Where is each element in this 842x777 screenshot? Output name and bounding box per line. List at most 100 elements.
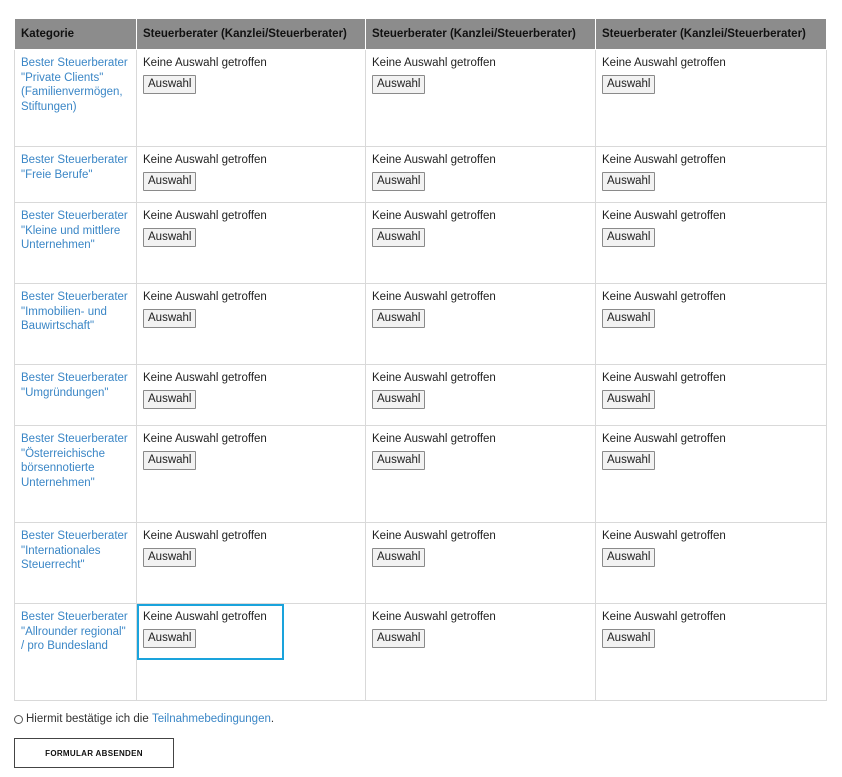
table-header-row: Kategorie Steuerberater (Kanzlei/Steuerb… [14, 18, 827, 50]
auswahl-button[interactable]: Auswahl [143, 547, 197, 567]
terms-link[interactable]: Teilnahmebedingungen [152, 713, 271, 725]
selection-status: Keine Auswahl getroffen [143, 210, 267, 222]
table-row: Bester Steuerberater "Kleine und mittler… [14, 202, 827, 284]
selection-status: Keine Auswahl getroffen [143, 611, 267, 623]
auswahl-button[interactable]: Auswahl [372, 171, 426, 191]
selection-status: Keine Auswahl getroffen [602, 57, 726, 69]
category-cell: Bester Steuerberater "Allrounder regiona… [14, 603, 137, 701]
selection-cell: Keine Auswahl getroffen Auswahl [136, 425, 366, 523]
terms-confirmation: Hiermit bestätige ich die Teilnahmebedin… [14, 713, 274, 725]
selection-cell: Keine Auswahl getroffen Auswahl [365, 522, 596, 604]
selection-status: Keine Auswahl getroffen [602, 372, 726, 384]
selection-status: Keine Auswahl getroffen [143, 154, 267, 166]
selection-cell: Keine Auswahl getroffen Auswahl [595, 364, 827, 426]
auswahl-button[interactable]: Auswahl [143, 74, 197, 94]
auswahl-button[interactable]: Auswahl [602, 547, 656, 567]
auswahl-button[interactable]: Auswahl [143, 171, 197, 191]
terms-checkbox[interactable] [14, 714, 23, 724]
selection-cell: Keine Auswahl getroffen Auswahl [136, 522, 366, 604]
selection-cell: Keine Auswahl getroffen Auswahl [595, 146, 827, 203]
selection-status: Keine Auswahl getroffen [372, 530, 496, 542]
auswahl-button[interactable]: Auswahl [372, 628, 426, 648]
confirm-text: Hiermit bestätige ich die [26, 713, 149, 725]
selection-cell: Keine Auswahl getroffen Auswahl [365, 49, 596, 147]
auswahl-button[interactable]: Auswahl [602, 308, 656, 328]
selection-cell: Keine Auswahl getroffen Auswahl [595, 49, 827, 147]
selection-status: Keine Auswahl getroffen [143, 433, 267, 445]
table-row: Bester Steuerberater "Private Clients" (… [14, 49, 827, 147]
table-row: Bester Steuerberater "Immobilien- und Ba… [14, 283, 827, 365]
selection-status: Keine Auswahl getroffen [143, 530, 267, 542]
selection-status: Keine Auswahl getroffen [372, 291, 496, 303]
selection-cell: Keine Auswahl getroffen Auswahl [595, 283, 827, 365]
selection-cell: Keine Auswahl getroffen Auswahl [595, 425, 827, 523]
auswahl-button[interactable]: Auswahl [143, 227, 197, 247]
table-row: Bester Steuerberater "Allrounder regiona… [14, 603, 827, 701]
auswahl-button[interactable]: Auswahl [602, 628, 656, 648]
category-cell: Bester Steuerberater "Internationales St… [14, 522, 137, 604]
auswahl-button[interactable]: Auswahl [372, 389, 426, 409]
auswahl-button[interactable]: Auswahl [143, 628, 197, 648]
category-cell: Bester Steuerberater "Immobilien- und Ba… [14, 283, 137, 365]
header-steuerberater-1: Steuerberater (Kanzlei/Steuerberater) [136, 18, 366, 50]
category-cell: Bester Steuerberater "Kleine und mittler… [14, 202, 137, 284]
selection-cell: Keine Auswahl getroffen Auswahl [365, 202, 596, 284]
selection-status: Keine Auswahl getroffen [143, 291, 267, 303]
auswahl-button[interactable]: Auswahl [143, 308, 197, 328]
header-steuerberater-3: Steuerberater (Kanzlei/Steuerberater) [595, 18, 827, 50]
category-cell: Bester Steuerberater "Private Clients" (… [14, 49, 137, 147]
table-row: Bester Steuerberater "Umgründungen" Keine… [14, 364, 827, 426]
selection-status: Keine Auswahl getroffen [372, 57, 496, 69]
selection-status: Keine Auswahl getroffen [372, 210, 496, 222]
selection-status: Keine Auswahl getroffen [372, 154, 496, 166]
category-cell: Bester Steuerberater "Umgründungen" [14, 364, 137, 426]
auswahl-button[interactable]: Auswahl [602, 227, 656, 247]
auswahl-button[interactable]: Auswahl [143, 450, 197, 470]
selection-status: Keine Auswahl getroffen [602, 530, 726, 542]
selection-status: Keine Auswahl getroffen [372, 611, 496, 623]
selection-status: Keine Auswahl getroffen [602, 611, 726, 623]
selection-cell: Keine Auswahl getroffen Auswahl [136, 364, 366, 426]
submit-form-button[interactable]: FORMULAR ABSENDEN [14, 738, 174, 768]
selection-status: Keine Auswahl getroffen [602, 210, 726, 222]
selection-cell: Keine Auswahl getroffen Auswahl [595, 522, 827, 604]
nominations-table: Kategorie Steuerberater (Kanzlei/Steuerb… [14, 18, 827, 701]
selection-status: Keine Auswahl getroffen [602, 154, 726, 166]
selection-status: Keine Auswahl getroffen [602, 433, 726, 445]
selection-cell: Keine Auswahl getroffen Auswahl [136, 202, 366, 284]
selection-status: Keine Auswahl getroffen [372, 433, 496, 445]
selection-cell: Keine Auswahl getroffen Auswahl [136, 49, 366, 147]
auswahl-button[interactable]: Auswahl [602, 389, 656, 409]
selection-cell: Keine Auswahl getroffen Auswahl [365, 283, 596, 365]
selection-status: Keine Auswahl getroffen [372, 372, 496, 384]
selection-cell: Keine Auswahl getroffen Auswahl [136, 146, 366, 203]
auswahl-button[interactable]: Auswahl [143, 389, 197, 409]
category-cell: Bester Steuerberater "Österreichische bö… [14, 425, 137, 523]
auswahl-button[interactable]: Auswahl [372, 74, 426, 94]
table-row: Bester Steuerberater "Internationales St… [14, 522, 827, 604]
selection-cell: Keine Auswahl getroffen Auswahl [365, 146, 596, 203]
category-cell: Bester Steuerberater "Freie Berufe" [14, 146, 137, 203]
selection-cell: Keine Auswahl getroffen Auswahl [365, 603, 596, 701]
selection-cell: Keine Auswahl getroffen Auswahl [365, 425, 596, 523]
auswahl-button[interactable]: Auswahl [602, 171, 656, 191]
auswahl-button[interactable]: Auswahl [602, 450, 656, 470]
selection-cell: Keine Auswahl getroffen Auswahl [595, 603, 827, 701]
selection-status: Keine Auswahl getroffen [143, 57, 267, 69]
header-kategorie: Kategorie [14, 18, 137, 50]
auswahl-button[interactable]: Auswahl [372, 547, 426, 567]
confirm-suffix: . [270, 713, 275, 725]
selection-cell: Keine Auswahl getroffen Auswahl [365, 364, 596, 426]
auswahl-button[interactable]: Auswahl [372, 227, 426, 247]
selection-cell: Keine Auswahl getroffen Auswahl [595, 202, 827, 284]
auswahl-button[interactable]: Auswahl [372, 450, 426, 470]
auswahl-button[interactable]: Auswahl [602, 74, 656, 94]
header-steuerberater-2: Steuerberater (Kanzlei/Steuerberater) [365, 18, 596, 50]
nominations-table-wrapper: Kategorie Steuerberater (Kanzlei/Steuerb… [14, 18, 827, 701]
selection-cell: Keine Auswahl getroffen Auswahl [136, 603, 366, 701]
selection-status: Keine Auswahl getroffen [143, 372, 267, 384]
auswahl-button[interactable]: Auswahl [372, 308, 426, 328]
selection-status: Keine Auswahl getroffen [602, 291, 726, 303]
selection-cell: Keine Auswahl getroffen Auswahl [136, 283, 366, 365]
table-row: Bester Steuerberater "Freie Berufe" Keine… [14, 146, 827, 203]
